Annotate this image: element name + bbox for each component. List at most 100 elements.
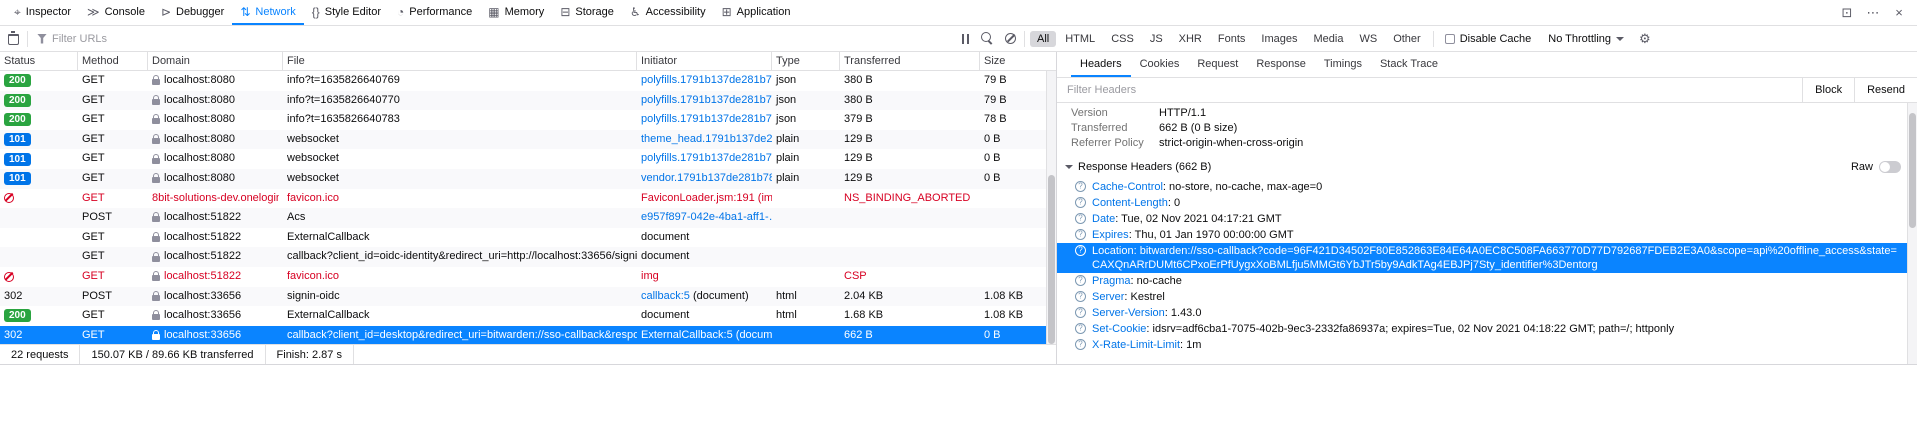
search-icon[interactable] [981, 32, 994, 45]
header-row[interactable]: Server-Version1.43.0 [1071, 305, 1903, 321]
column-header[interactable]: Type [772, 52, 840, 70]
devtools-tab[interactable]: ◔ Performance [389, 0, 480, 25]
block-button[interactable]: Block [1802, 78, 1854, 102]
type-filter-button[interactable]: Fonts [1211, 31, 1253, 47]
help-icon[interactable] [1075, 181, 1086, 192]
initiator-link[interactable]: FaviconLoader.jsm:191 (img) [641, 192, 772, 204]
request-list-scrollbar[interactable] [1046, 71, 1056, 344]
type-filter-button[interactable]: WS [1352, 31, 1384, 47]
details-tab[interactable]: Response [1247, 52, 1315, 77]
scrollbar-thumb[interactable] [1048, 175, 1055, 344]
initiator-link[interactable]: document [641, 250, 689, 262]
column-header[interactable]: Size [980, 52, 1056, 70]
devtools-tab[interactable]: ≫ Console [79, 0, 153, 25]
header-row[interactable]: Cache-Controlno-store, no-cache, max-age… [1071, 179, 1903, 195]
disable-cache-checkbox[interactable] [1445, 34, 1455, 44]
header-row[interactable]: Set-Cookieidsrv=adf6cba1-7075-402b-9ec3-… [1071, 321, 1903, 337]
request-row[interactable]: 200 GET localhost:8080 info?t=1635826640… [0, 110, 1056, 130]
header-row[interactable]: ExpiresThu, 01 Jan 1970 00:00:00 GMT [1071, 227, 1903, 243]
initiator-link[interactable]: theme_head.1791b137de281… [641, 133, 772, 145]
request-row[interactable]: 302 POST localhost:33656 signin-oidc cal… [0, 287, 1056, 307]
request-row[interactable]: GET localhost:51822 callback?client_id=o… [0, 247, 1056, 267]
request-row[interactable]: 200 GET localhost:33656 ExternalCallback… [0, 306, 1056, 326]
header-row[interactable]: X-Rate-Limit-Limit1m [1071, 337, 1903, 353]
help-icon[interactable] [1075, 275, 1086, 286]
help-icon[interactable] [1075, 229, 1086, 240]
type-filter-button[interactable]: Media [1306, 31, 1350, 47]
devtools-tab[interactable]: ♿ Accessibility [622, 0, 714, 25]
type-filter-button[interactable]: Other [1386, 31, 1428, 47]
type-filter-button[interactable]: JS [1143, 31, 1170, 47]
initiator-link[interactable]: polyfills.1791b137de281b787… [641, 113, 772, 125]
request-row[interactable]: GET localhost:51822 favicon.ico img [0, 267, 1056, 287]
details-scrollbar[interactable] [1907, 103, 1917, 364]
collapse-arrow-icon[interactable] [1065, 165, 1073, 173]
initiator-link[interactable]: polyfills.1791b137de281b787… [641, 94, 772, 106]
details-tab[interactable]: Cookies [1131, 52, 1189, 77]
request-row[interactable]: GET localhost:51822 ExternalCallback doc… [0, 228, 1056, 248]
devtools-tab[interactable]: ▦ Memory [480, 0, 552, 25]
header-row[interactable]: Pragmano-cache [1071, 273, 1903, 289]
help-icon[interactable] [1075, 291, 1086, 302]
header-row[interactable]: ServerKestrel [1071, 289, 1903, 305]
column-header[interactable]: Method [78, 52, 148, 70]
type-filter-button[interactable]: XHR [1172, 31, 1209, 47]
column-header[interactable]: File [283, 52, 637, 70]
raw-toggle[interactable] [1879, 161, 1901, 173]
request-row[interactable]: GET 8bit-solutions-dev.onelogin… favicon… [0, 189, 1056, 209]
disable-cache[interactable]: Disable Cache [1439, 33, 1538, 45]
close-icon[interactable]: × [1887, 5, 1911, 20]
details-tab[interactable]: Timings [1315, 52, 1371, 77]
request-blocking-icon[interactable] [1005, 33, 1016, 44]
details-tab[interactable]: Headers [1071, 52, 1131, 77]
request-row[interactable]: 302 GET localhost:33656 callback?client_… [0, 326, 1056, 344]
devtools-tab[interactable]: ⊞ Application [714, 0, 799, 25]
network-settings-gear-icon[interactable]: ⚙ [1635, 32, 1655, 45]
request-row[interactable]: 200 GET localhost:8080 info?t=1635826640… [0, 71, 1056, 91]
type-filter-button[interactable]: Images [1254, 31, 1304, 47]
initiator-link[interactable]: polyfills.1791b137de281b787… [641, 74, 772, 86]
devtools-tab[interactable]: ⇅ Network [232, 0, 303, 25]
devtools-tab[interactable]: ⊳ Debugger [153, 0, 232, 25]
pause-icon[interactable] [962, 34, 969, 44]
request-row[interactable]: 101 GET localhost:8080 websocket theme_h… [0, 130, 1056, 150]
type-filter-button[interactable]: All [1030, 31, 1056, 47]
column-header[interactable]: Transferred [840, 52, 980, 70]
initiator-link[interactable]: callback:5 [641, 290, 690, 302]
request-row[interactable]: 101 GET localhost:8080 websocket polyfil… [0, 149, 1056, 169]
header-row[interactable]: DateTue, 02 Nov 2021 04:17:21 GMT [1071, 211, 1903, 227]
initiator-link[interactable]: vendor.1791b137de281b787… [641, 172, 772, 184]
request-row[interactable]: POST localhost:51822 Acs e957f897-042e-4… [0, 208, 1056, 228]
devtools-tab[interactable]: {} Style Editor [304, 0, 389, 25]
header-row[interactable]: Locationbitwarden://sso-callback?code=96… [1057, 243, 1917, 273]
initiator-link[interactable]: polyfills.1791b137de281b787… [641, 152, 772, 164]
filter-headers-input[interactable] [1057, 78, 1802, 102]
initiator-link[interactable]: ExternalCallback:5 [641, 329, 733, 341]
help-icon[interactable] [1075, 339, 1086, 350]
initiator-link[interactable]: img [641, 270, 659, 282]
column-header[interactable]: Domain [148, 52, 283, 70]
filter-urls-input[interactable] [52, 33, 953, 45]
request-row[interactable]: 200 GET localhost:8080 info?t=1635826640… [0, 91, 1056, 111]
response-headers-section[interactable]: Response Headers (662 B) Raw [1065, 156, 1903, 177]
header-row[interactable]: Content-Length0 [1071, 195, 1903, 211]
details-tab[interactable]: Request [1188, 52, 1247, 77]
request-row[interactable]: 101 GET localhost:8080 websocket vendor.… [0, 169, 1056, 189]
details-tab[interactable]: Stack Trace [1371, 52, 1447, 77]
devtools-tab[interactable]: ⌖ Inspector [6, 0, 79, 25]
scrollbar-thumb[interactable] [1909, 113, 1916, 228]
help-icon[interactable] [1075, 197, 1086, 208]
devtools-tab[interactable]: ⊟ Storage [552, 0, 622, 25]
column-header[interactable]: Initiator [637, 52, 772, 70]
help-icon[interactable] [1075, 323, 1086, 334]
initiator-link[interactable]: document [641, 231, 689, 243]
help-icon[interactable] [1075, 213, 1086, 224]
type-filter-button[interactable]: CSS [1104, 31, 1141, 47]
resend-button[interactable]: Resend [1854, 78, 1917, 102]
meatball-menu-icon[interactable]: ⋯ [1861, 5, 1885, 21]
help-icon[interactable] [1075, 307, 1086, 318]
help-icon[interactable] [1075, 245, 1086, 256]
initiator-link[interactable]: document [641, 309, 689, 321]
throttling-dropdown[interactable]: No Throttling [1542, 33, 1630, 45]
clear-requests-icon[interactable] [8, 34, 19, 45]
